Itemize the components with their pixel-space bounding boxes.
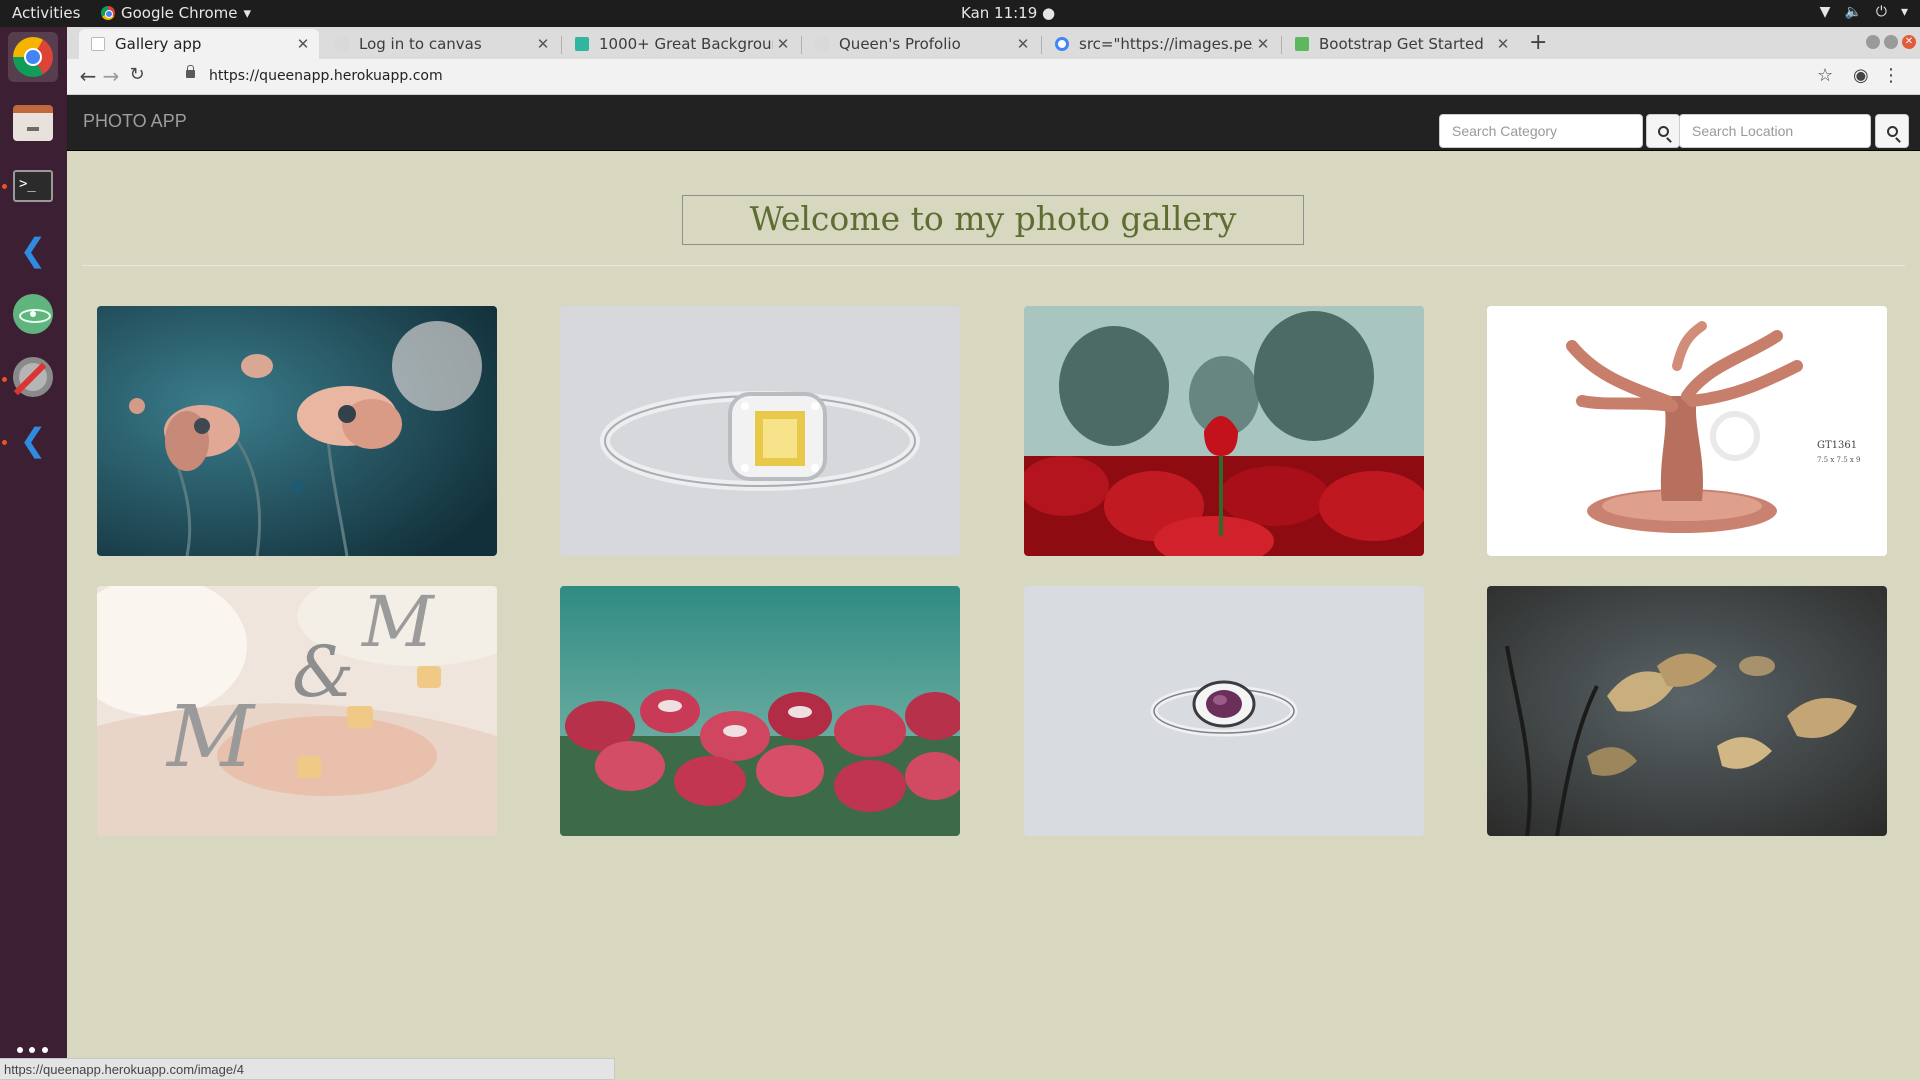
activities-button[interactable]: Activities [12,4,80,22]
page-icon [91,37,105,51]
chrome-icon [13,37,53,77]
dock-vscode-2[interactable]: ❮ [8,415,58,465]
google-icon [1055,37,1069,51]
close-icon[interactable]: ✕ [293,35,313,53]
wifi-icon[interactable]: ▼ [1820,4,1831,20]
tab-backgrounds[interactable]: 1000+ Great Background ✕ [563,29,799,59]
dock: >_ ❮ ❮ [0,27,67,1080]
page-icon [815,37,829,51]
profile-icon[interactable]: ◉ [1853,65,1869,86]
page-title: Welcome to my photo gallery [682,195,1304,245]
system-tray[interactable]: ▼ 🔈 ⏻ ▾ [1820,4,1908,20]
app-menu-label: Google Chrome [121,4,238,22]
gallery-image-flowers[interactable] [97,306,497,556]
close-icon[interactable]: ✕ [773,35,793,53]
tab-canvas[interactable]: Log in to canvas ✕ [323,29,559,59]
atom-icon [13,294,53,334]
navbar: PHOTO APP [67,95,1920,151]
page-icon [335,37,349,51]
chevron-down-icon[interactable]: ▾ [1901,4,1908,20]
lock-icon[interactable] [186,65,195,78]
dock-settings[interactable] [8,352,58,402]
forward-button[interactable]: → [98,64,124,88]
tab-title: Gallery app [115,35,202,53]
close-icon[interactable]: ✕ [1493,35,1513,53]
svg-text:M: M [165,688,256,787]
address-bar[interactable]: https://queenapp.herokuapp.com [209,68,443,84]
close-icon[interactable]: ✕ [1013,35,1033,53]
gallery-image-dried-flowers[interactable] [1487,586,1887,836]
vscode-icon: ❮ [19,231,47,269]
tab-title: src="https://images.pexe [1079,35,1253,53]
divider [82,265,1905,266]
tab-title: 1000+ Great Background [599,35,773,53]
browser-window: Gallery app ✕ Log in to canvas ✕ 1000+ G… [67,27,1920,1080]
dock-vscode[interactable]: ❮ [8,225,58,275]
close-icon[interactable]: ✕ [1253,35,1273,53]
clock[interactable]: Kan 11:19 ● [961,4,1055,22]
bookmark-star-icon[interactable]: ☆ [1817,65,1833,86]
maximize-button[interactable] [1884,35,1898,49]
dock-atom[interactable] [8,289,58,339]
product-code-label: GT1361 [1817,440,1857,451]
brand-link[interactable]: PHOTO APP [83,111,187,132]
close-icon[interactable]: ✕ [533,35,553,53]
gallery-image-yellow-ring[interactable] [560,306,960,556]
browser-toolbar: ← → ↻ https://queenapp.herokuapp.com ☆ ◉… [67,59,1920,95]
dock-files[interactable] [8,98,58,148]
dock-chrome[interactable] [8,32,58,82]
tab-title: Log in to canvas [359,35,482,53]
new-tab-button[interactable]: + [1529,30,1547,55]
chevron-down-icon: ▾ [243,4,252,22]
search-location-input[interactable] [1679,114,1871,148]
power-icon[interactable]: ⏻ [1876,4,1887,20]
volume-icon[interactable]: 🔈 [1844,4,1861,20]
minimize-button[interactable] [1866,35,1880,49]
gallery-image-red-tulips[interactable] [1024,306,1424,556]
tab-strip: Gallery app ✕ Log in to canvas ✕ 1000+ G… [67,27,1920,59]
tab-title: Bootstrap Get Started [1319,35,1484,53]
pexels-icon [575,37,589,51]
gallery-image-pink-tulips[interactable] [560,586,960,836]
search-location-button[interactable] [1875,114,1909,148]
vscode-icon: ❮ [19,421,47,459]
system-top-bar: Activities Google Chrome ▾ Kan 11:19 ● ▼… [0,0,1920,27]
gallery-image-wedding-table[interactable]: M & M [97,586,497,836]
tab-profolio[interactable]: Queen's Profolio ✕ [803,29,1039,59]
web-page: PHOTO APP Welcome to my photo gallery [67,95,1920,1080]
running-indicator [2,377,7,382]
close-window-button[interactable]: ✕ [1902,35,1916,49]
tools-icon [13,357,53,397]
running-indicator [2,440,7,445]
gallery-image-purple-ring[interactable] [1024,586,1424,836]
svg-text:&: & [292,631,354,713]
svg-text:M: M [360,586,436,663]
files-icon [13,105,53,141]
reload-button[interactable]: ↻ [124,64,150,85]
tab-bootstrap[interactable]: Bootstrap Get Started ✕ [1283,29,1519,59]
search-icon [1886,125,1898,137]
app-menu[interactable]: Google Chrome ▾ [101,4,251,22]
tab-title: Queen's Profolio [839,35,961,53]
menu-icon[interactable]: ⋮ [1882,65,1900,86]
search-category-input[interactable] [1439,114,1643,148]
dock-terminal[interactable]: >_ [8,161,58,211]
bootstrap-icon [1295,37,1309,51]
product-size-label: 7.5 x 7.5 x 9 [1817,456,1861,464]
gallery-image-jewelry-stand[interactable]: GT1361 7.5 x 7.5 x 9 [1487,306,1887,556]
tab-google-search[interactable]: src="https://images.pexe ✕ [1043,29,1279,59]
status-bar-url: https://queenapp.herokuapp.com/image/4 [0,1058,615,1080]
running-indicator [2,184,7,189]
tab-gallery-app[interactable]: Gallery app ✕ [79,29,319,59]
terminal-icon: >_ [13,170,53,202]
search-icon [1657,125,1669,137]
search-category-button[interactable] [1646,114,1680,148]
chrome-icon [101,6,115,20]
